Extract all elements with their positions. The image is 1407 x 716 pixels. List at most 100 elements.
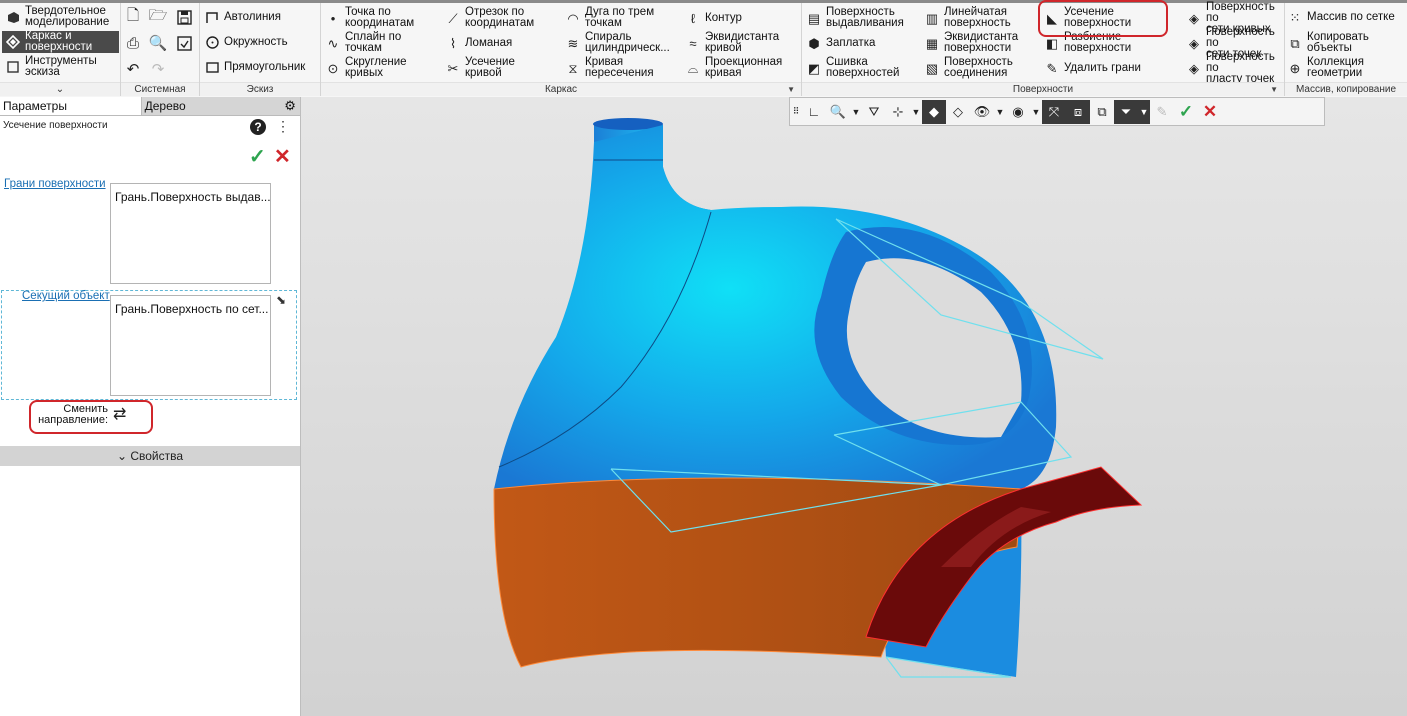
ruled-surface-icon: ▥ <box>925 10 939 26</box>
spiral-icon: ≋ <box>567 35 579 51</box>
delete-faces-icon: ✎ <box>1046 60 1058 76</box>
cancel-cross-icon[interactable]: ✕ <box>274 144 291 169</box>
arrays-group: ⁙ Массив по сетке ⧉ Копировать объекты ⊕ Ко… <box>1285 3 1407 96</box>
geometry-collection-icon: ⊕ <box>1289 60 1301 76</box>
extrusion-surface-button[interactable]: ▤ Поверхность выдавливания <box>806 6 904 30</box>
spline-icon: ∿ <box>327 35 339 51</box>
faces-field-label[interactable]: Грани поверхности <box>4 178 106 190</box>
sketch-group-label: Эскиз <box>200 82 320 96</box>
autoline-icon <box>204 9 220 25</box>
arc-icon: ◠ <box>567 10 579 26</box>
point-icon: • <box>330 10 336 26</box>
contour-icon: ℓ <box>690 10 696 26</box>
polyline-button[interactable]: ⌇ Ломаная <box>445 31 512 55</box>
wireframe-surfaces-icon <box>5 35 21 49</box>
intersection-curve-button[interactable]: ⧖ Кривая пересечения <box>565 56 653 80</box>
system-group: 🗋 🗁 ⎙ 🔍 ↶ ↷ Системная <box>121 3 200 96</box>
ruled-surface-button[interactable]: ▥ Линейчатая поверхность <box>924 6 1011 30</box>
copy-objects-icon: ⧉ <box>1290 35 1300 51</box>
surface-offset-icon: ▦ <box>925 35 939 51</box>
mode-sketch-tools[interactable]: Инструменты эскиза <box>2 55 119 78</box>
chevron-down-icon: ⌄ <box>116 449 131 463</box>
surface-offset-button[interactable]: ▦ Эквидистанта поверхности <box>924 31 1018 55</box>
preview-icon[interactable]: 🔍 <box>148 33 168 53</box>
parameters-panel: Параметры Дерево ⚙ Усечение поверхности … <box>0 97 301 716</box>
surface-stitch-button[interactable]: ◩ Сшивка поверхностей <box>806 56 900 80</box>
save-all-icon[interactable] <box>174 33 194 53</box>
geometry-collection-button[interactable]: ⊕ Коллекция геометрии <box>1287 56 1364 80</box>
new-document-icon[interactable]: 🗋 <box>123 7 143 27</box>
faces-field[interactable]: Грань.Поверхность выдав... <box>110 183 271 284</box>
blend-surface-button[interactable]: ▧ Поверхность соединения <box>924 56 1013 80</box>
help-icon[interactable]: ? <box>250 119 266 135</box>
stitch-icon: ◩ <box>807 60 821 76</box>
open-folder-icon[interactable]: 🗁 <box>148 7 168 27</box>
offset-curve-icon: ≈ <box>689 35 697 51</box>
intersection-curve-icon: ⧖ <box>568 60 578 76</box>
spline-by-points-button[interactable]: ∿ Сплайн по точкам <box>325 31 402 55</box>
pick-object-icon[interactable]: ⬊ <box>276 293 286 307</box>
panel-tabs: Параметры Дерево ⚙ <box>0 97 300 116</box>
blend-surface-icon: ▧ <box>925 60 939 76</box>
undo-icon[interactable]: ↶ <box>123 59 143 79</box>
save-icon[interactable] <box>174 7 194 27</box>
autoline-button[interactable]: Автолиния <box>204 5 281 29</box>
wireframe-expand-icon[interactable]: ▼ <box>787 83 795 96</box>
polyline-icon: ⌇ <box>449 35 457 51</box>
grid-array-button[interactable]: ⁙ Массив по сетке <box>1287 5 1395 29</box>
delete-faces-button[interactable]: ✎ Удалить грани <box>1044 56 1141 80</box>
rectangle-icon <box>204 59 220 75</box>
modes-collapse[interactable]: ⌄ <box>0 82 120 96</box>
surface-trim-highlight <box>1038 0 1168 37</box>
patch-button[interactable]: ⬢ Заплатка <box>806 31 875 55</box>
surfaces-group-label: Поверхности ▼ <box>802 82 1284 96</box>
patch-icon: ⬢ <box>808 35 820 51</box>
solid-modeling-icon <box>5 10 21 24</box>
segment-icon: ⟋ <box>448 10 458 26</box>
mode-solid-modeling[interactable]: Твердотельное моделирование <box>2 5 119 28</box>
cylindrical-spiral-button[interactable]: ≋ Спираль цилиндрическ... <box>565 31 670 55</box>
mode-wireframe-surfaces[interactable]: Каркас и поверхности <box>2 30 119 53</box>
circle-button[interactable]: Окружность <box>204 30 288 54</box>
system-group-label: Системная <box>121 82 199 96</box>
surface-point-layer-button[interactable]: ◈ Поверхность по пласту точек <box>1186 51 1284 85</box>
tree-structure-icon[interactable]: ⋮ <box>276 118 290 135</box>
confirm-checkmark-icon[interactable]: ✓ <box>249 144 266 169</box>
model-canvas[interactable] <box>301 97 1407 716</box>
curve-trim-button[interactable]: ✂ Усечение кривой <box>445 56 515 80</box>
curve-fillet-button[interactable]: ⊙ Скругление кривых <box>325 56 407 80</box>
ribbon-toolbar: Твердотельное моделирование Каркас и пов… <box>0 0 1407 98</box>
print-icon[interactable]: ⎙ <box>123 33 143 53</box>
tab-tree[interactable]: Дерево <box>140 97 281 115</box>
projection-curve-button[interactable]: ⌓ Проекционная кривая <box>685 56 782 80</box>
trim-curve-icon: ✂ <box>447 60 459 76</box>
sketch-tools-icon <box>5 60 21 74</box>
surfaces-expand-icon[interactable]: ▼ <box>1270 83 1278 96</box>
projection-curve-icon: ⌓ <box>687 60 699 76</box>
gear-icon[interactable]: ⚙ <box>280 97 300 115</box>
properties-section-toggle[interactable]: ⌄ Свойства <box>0 446 300 466</box>
tab-parameters[interactable]: Параметры <box>0 97 141 115</box>
arc-three-points-button[interactable]: ◠ Дуга по трем точкам <box>565 6 654 30</box>
3d-viewport[interactable]: ⠿ ∟ 🔍 ▼ ⛛ ⊹ ▼ ◆ ◇ 👁 ▼ ◉ ▼ ⤧ ⧈ ⧉ ⏷ ▼ ✎ ✓ … <box>301 97 1407 716</box>
rectangle-button[interactable]: Прямоугольник <box>204 55 305 79</box>
mode-group: Твердотельное моделирование Каркас и пов… <box>0 3 121 96</box>
cutting-object-label[interactable]: Секущий объект <box>22 290 110 302</box>
wireframe-group-label: Каркас ▼ <box>321 82 801 96</box>
point-layer-icon: ◈ <box>1189 60 1199 76</box>
surface-split-icon: ◧ <box>1045 35 1059 51</box>
arrays-group-label: Массив, копирование <box>1285 82 1407 96</box>
swap-direction-icon[interactable]: ⇄ <box>113 404 126 424</box>
copy-objects-button[interactable]: ⧉ Копировать объекты <box>1287 31 1369 55</box>
change-direction-label: Сменить направление: <box>38 403 108 426</box>
wireframe-group: • Точка по координатам ⟋ Отрезок по коорди… <box>321 3 802 96</box>
point-by-coords-button[interactable]: • Точка по координатам <box>325 6 414 30</box>
extrusion-surface-icon: ▤ <box>807 10 821 26</box>
segment-by-coords-button[interactable]: ⟋ Отрезок по координатам <box>445 6 534 30</box>
point-network-icon: ◈ <box>1189 35 1199 51</box>
curve-offset-button[interactable]: ≈ Эквидистанта кривой <box>685 31 779 55</box>
cutting-object-field[interactable]: Грань.Поверхность по сет... <box>110 295 271 396</box>
redo-icon[interactable]: ↷ <box>148 59 168 79</box>
sketch-group: Автолиния Окружность Прямоугольник Эскиз <box>200 3 321 96</box>
contour-button[interactable]: ℓ Контур <box>685 6 742 30</box>
